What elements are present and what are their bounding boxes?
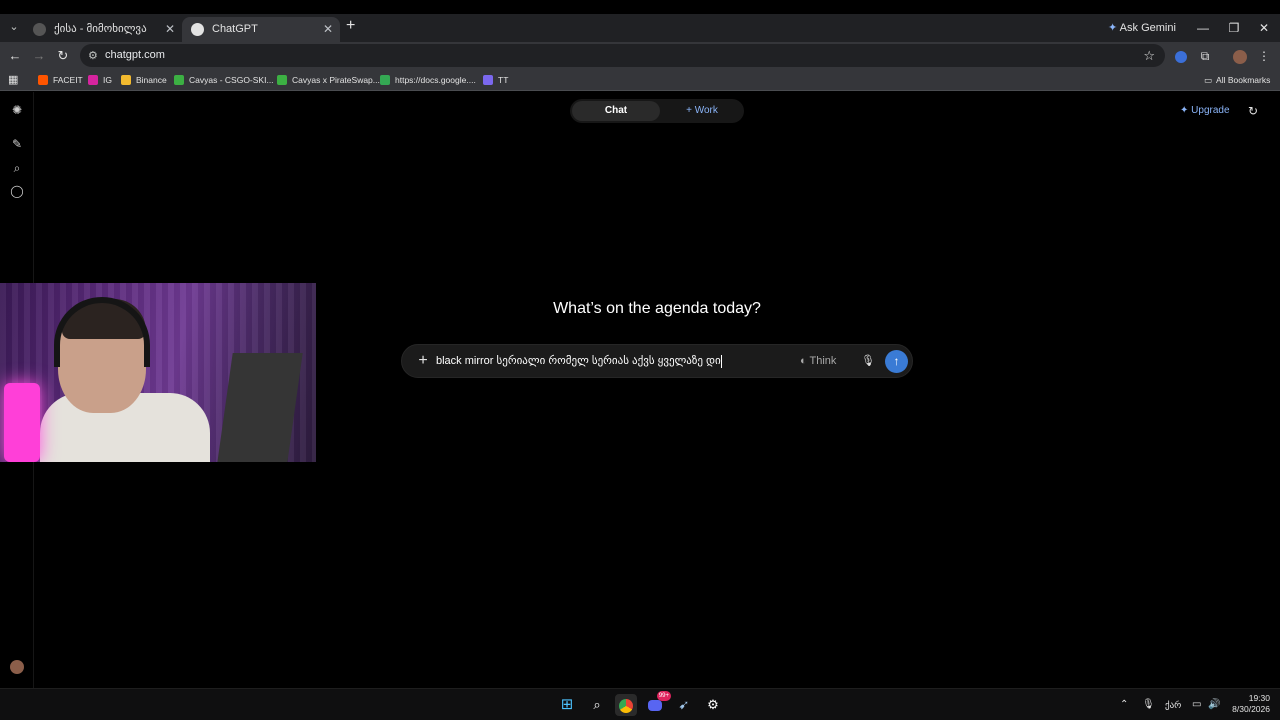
tab-chatgpt[interactable]: ChatGPT ✕ [182, 17, 340, 42]
tray-volume-icon[interactable]: 🔊 [1208, 697, 1220, 713]
microphone-icon[interactable]: 🎙 [858, 351, 878, 371]
back-icon[interactable]: ← [5, 46, 25, 66]
clock-time: 19:30 [1248, 693, 1270, 703]
faceit-icon [38, 74, 48, 85]
site-info-icon[interactable]: ⚙ [88, 49, 98, 62]
windows-start-icon[interactable]: ⊞ [556, 694, 578, 716]
extensions-puzzle-icon[interactable]: ⧉ [1195, 46, 1215, 66]
prompt-composer[interactable]: + black mirror სერიალი რომელ სერიას აქვს… [401, 344, 913, 378]
tab-close-icon[interactable]: ✕ [165, 17, 175, 42]
windows-taskbar: ⊞ ⌕ 99+ ➹ ⚙ ⌃ 🎙 ქარ ▭ 🔊 19:30 8/30/2026 [0, 688, 1280, 720]
taskbar-search-icon[interactable]: ⌕ [586, 694, 608, 716]
chrome-icon[interactable] [615, 694, 637, 716]
ask-gemini-label: Ask Gemini [1119, 22, 1176, 34]
bookmarks-bar: ▦ FACEIT IG Binance Cavyas - CSGO-SKI...… [0, 69, 1280, 91]
reload-icon[interactable]: ↻ [53, 46, 73, 66]
tab-search-chevron-icon[interactable]: ⌄ [6, 19, 22, 35]
bookmark-cavyas-pirateswap[interactable]: Cavyas x PirateSwap... [277, 72, 380, 88]
add-attachment-button[interactable]: + [412, 350, 434, 372]
address-bar[interactable]: ⚙ chatgpt.com ☆ [80, 44, 1165, 67]
think-button[interactable]: ◐ Think [800, 345, 836, 377]
all-bookmarks[interactable]: ▭ All Bookmarks [1204, 72, 1270, 88]
tray-network-icon[interactable]: ▭ [1192, 697, 1201, 713]
user-avatar[interactable] [10, 660, 24, 674]
tab-title: ქისა - მიმოხილვა [54, 23, 147, 35]
openai-logo-icon[interactable]: ✺ [7, 100, 27, 120]
steam-icon[interactable]: ➹ [673, 694, 695, 716]
upgrade-label: Upgrade [1191, 105, 1230, 116]
bookmark-ig[interactable]: IG [88, 72, 112, 88]
bookmark-google-docs[interactable]: https://docs.google.... [380, 72, 476, 88]
bookmark-cavyas-csgo[interactable]: Cavyas - CSGO-SKI... [174, 72, 274, 88]
browser-menu-icon[interactable]: ⋮ [1254, 46, 1274, 66]
binance-icon [121, 74, 131, 85]
chat-mode-button[interactable]: Chat [572, 101, 660, 121]
work-mode-button[interactable]: + Work [662, 101, 742, 121]
new-chat-icon[interactable]: ✎ [7, 134, 27, 154]
prompt-input[interactable]: black mirror სერიალი რომელ სერიას აქვს ყ… [436, 345, 722, 377]
tray-overflow-icon[interactable]: ⌃ [1120, 697, 1128, 713]
bookmark-label: Cavyas x PirateSwap... [292, 75, 380, 85]
taskbar-clock[interactable]: 19:30 8/30/2026 [1226, 693, 1270, 715]
minimize-button[interactable]: — [1193, 18, 1213, 38]
search-icon[interactable]: ⌕ [7, 158, 27, 178]
apps-grid-icon[interactable]: ▦ [8, 73, 18, 86]
bookmark-label: IG [103, 75, 112, 85]
cavyas-icon [277, 74, 287, 85]
ask-gemini-button[interactable]: ✦ Ask Gemini [1108, 18, 1176, 38]
url-text[interactable]: chatgpt.com [105, 44, 165, 67]
app-icon[interactable]: ⚙ [702, 694, 724, 716]
temporary-chat-icon[interactable]: ↻ [1244, 102, 1262, 120]
instagram-icon [88, 74, 98, 85]
restore-button[interactable]: ❐ [1224, 18, 1244, 38]
tab-title: ChatGPT [212, 23, 258, 35]
tray-language[interactable]: ქარ [1165, 697, 1181, 713]
tray-mic-icon[interactable]: 🎙 [1142, 697, 1155, 713]
close-window-button[interactable]: ✕ [1254, 18, 1274, 38]
browser-toolbar: ← → ↻ ⚙ chatgpt.com ☆ ⧉ ⋮ [0, 42, 1280, 69]
bookmark-binance[interactable]: Binance [121, 72, 167, 88]
send-button[interactable]: ↑ [885, 350, 908, 373]
discord-icon[interactable]: 99+ [644, 691, 671, 716]
tab-strip: ⌄ ქისა - მიმოხილვა ✕ ChatGPT ✕ [0, 14, 1280, 42]
tab-close-icon[interactable]: ✕ [323, 17, 333, 42]
window-top-strip [0, 0, 1280, 14]
bookmark-label: Binance [136, 75, 167, 85]
bookmark-star-icon[interactable]: ☆ [1143, 44, 1155, 67]
bookmark-label: TT [498, 75, 509, 85]
bulb-icon: ◐ [800, 355, 810, 367]
webcam-overlay [0, 283, 316, 462]
google-sheets-icon [380, 74, 390, 85]
all-bookmarks-label: All Bookmarks [1216, 75, 1271, 85]
bookmark-faceit[interactable]: FACEIT [38, 72, 83, 88]
cavyas-icon [174, 74, 184, 85]
think-label: Think [809, 355, 837, 367]
gemini-sparkle-icon: ✦ [1108, 22, 1120, 34]
sparkle-icon: ✦ [1180, 105, 1192, 116]
profile-avatar[interactable] [1230, 46, 1250, 66]
mode-toggle: Chat + Work [570, 99, 744, 123]
webcam-microphone [4, 383, 40, 462]
extension-icon[interactable] [1171, 46, 1191, 66]
chatgpt-favicon-icon [191, 23, 204, 36]
clock-date: 8/30/2026 [1232, 704, 1270, 714]
bookmark-label: https://docs.google.... [395, 75, 476, 85]
page-title: What’s on the agenda today? [553, 300, 761, 317]
text-caret [720, 354, 722, 368]
folder-icon: ▭ [1204, 75, 1213, 85]
kisa-favicon-icon [33, 23, 46, 36]
forward-icon[interactable]: → [29, 46, 49, 66]
bookmark-tt[interactable]: TT [483, 72, 508, 88]
upgrade-button[interactable]: ✦ Upgrade [1180, 102, 1230, 120]
tt-icon [483, 74, 493, 85]
bookmark-label: Cavyas - CSGO-SKI... [189, 75, 274, 85]
bookmark-label: FACEIT [53, 75, 83, 85]
new-tab-button[interactable]: + [346, 17, 360, 35]
discord-badge: 99+ [656, 691, 671, 701]
chats-bubble-icon[interactable]: ◯ [7, 181, 27, 201]
prompt-input-value: black mirror სერიალი რომელ სერიას აქვს ყ… [436, 355, 721, 367]
tab-kisa[interactable]: ქისა - მიმოხილვა ✕ [24, 17, 182, 42]
